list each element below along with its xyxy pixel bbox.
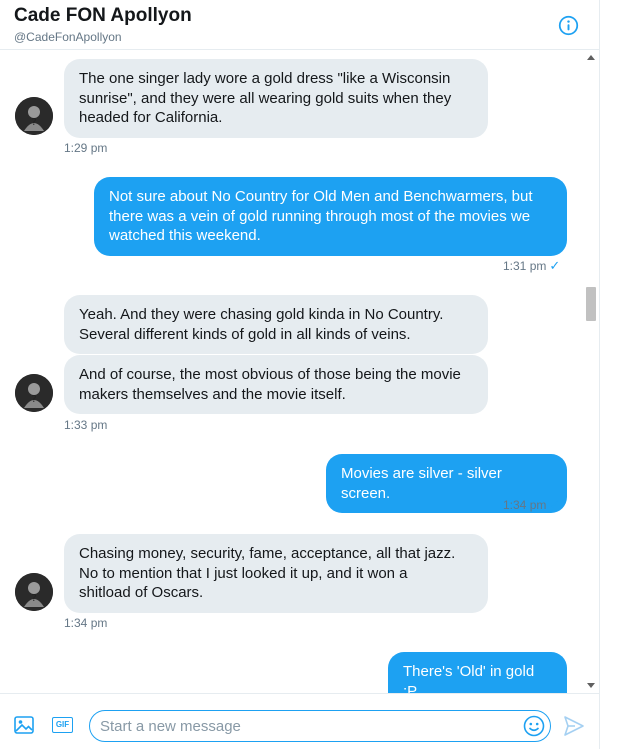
avatar-image: ?: [15, 573, 53, 611]
message-line: There's 'Old' in gold ;P: [403, 663, 535, 693]
contact-name[interactable]: Cade FON Apollyon: [14, 5, 192, 27]
avatar[interactable]: ?: [15, 374, 53, 412]
info-icon[interactable]: [558, 15, 579, 36]
image-icon[interactable]: [14, 716, 34, 734]
message-line: watched this weekend.: [109, 227, 261, 244]
svg-text:?: ?: [31, 593, 36, 604]
message-bubble-incoming[interactable]: Yeah. And they were chasing gold kinda i…: [64, 295, 488, 354]
message-line: makers themselves and the movie itself.: [79, 385, 346, 403]
message-bubble-outgoing[interactable]: There's 'Old' in gold ;P: [388, 652, 567, 693]
scrollbar-thumb[interactable]: [586, 287, 596, 321]
svg-text:?: ?: [31, 394, 36, 405]
message-line: Several different kinds of gold in all k…: [79, 325, 411, 343]
message-line: Not sure about No Country for Old Men an…: [109, 188, 533, 205]
message-line: Yeah. And they were chasing gold kinda i…: [79, 306, 444, 323]
message-list[interactable]: The one singer lady wore a gold dress "l…: [0, 51, 583, 693]
avatar-image: ?: [15, 374, 53, 412]
message-line: And of course, the most obvious of those…: [79, 366, 461, 383]
avatar[interactable]: ?: [15, 573, 53, 611]
message-input[interactable]: [89, 710, 551, 742]
read-checkmark-icon: ✓: [549, 258, 561, 273]
message-timestamp: 1:34 pm: [64, 616, 108, 630]
conversation-header: Cade FON Apollyon @CadeFonApollyon: [0, 0, 599, 50]
message-line: Chasing money, security, fame, acceptanc…: [79, 545, 456, 562]
message-line: there was a vein of gold running through…: [109, 207, 531, 225]
scrollbar[interactable]: [583, 52, 599, 692]
message-line: The one singer lady wore a gold dress "l…: [79, 70, 451, 87]
avatar-image: ?: [15, 97, 53, 135]
message-timestamp: 1:31 pm ✓: [503, 258, 561, 273]
message-timestamp: 1:34 pm ✓: [503, 497, 561, 512]
svg-text:?: ?: [31, 117, 36, 128]
message-bubble-incoming[interactable]: Chasing money, security, fame, acceptanc…: [64, 534, 488, 613]
message-line: headed for California.: [79, 109, 223, 126]
message-line: No to mention that I just looked it up, …: [79, 564, 408, 582]
avatar[interactable]: ?: [15, 97, 53, 135]
message-bubble-incoming[interactable]: The one singer lady wore a gold dress "l…: [64, 59, 488, 138]
message-timestamp: 1:29 pm: [64, 141, 108, 155]
message-bubble-incoming[interactable]: And of course, the most obvious of those…: [64, 355, 488, 414]
scroll-down-arrow-icon[interactable]: [587, 683, 595, 688]
message-composer: GIF: [0, 693, 599, 749]
read-checkmark-icon: ✓: [549, 497, 561, 512]
emoji-icon[interactable]: [523, 715, 545, 737]
panel-divider: [599, 0, 600, 749]
gif-button[interactable]: GIF: [52, 717, 73, 733]
message-line: shitload of Oscars.: [79, 584, 204, 601]
message-bubble-outgoing[interactable]: Not sure about No Country for Old Men an…: [94, 177, 567, 256]
send-icon[interactable]: [563, 715, 585, 737]
message-timestamp: 1:33 pm: [64, 418, 108, 432]
scroll-up-arrow-icon[interactable]: [587, 55, 595, 60]
message-line: sunrise", and they were all wearing gold…: [79, 89, 452, 107]
contact-handle[interactable]: @CadeFonApollyon: [14, 30, 122, 44]
